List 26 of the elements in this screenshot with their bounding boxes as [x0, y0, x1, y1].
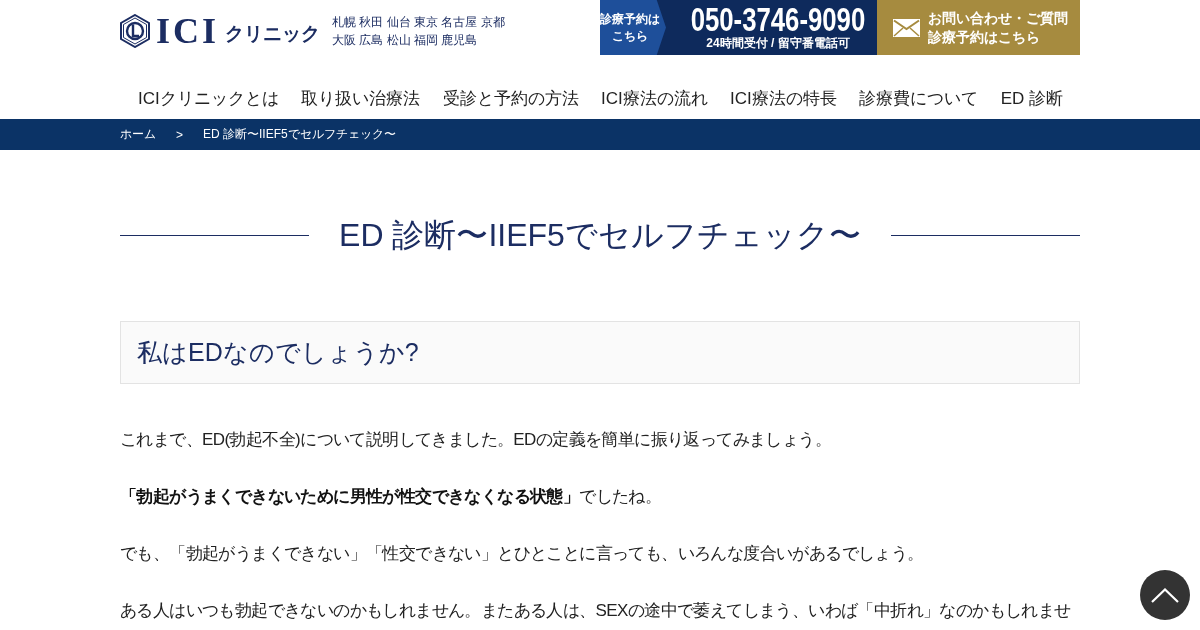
- clinic-logo[interactable]: ICI クリニック: [120, 12, 321, 49]
- nav-link[interactable]: 受診と予約の方法: [442, 80, 579, 118]
- breadcrumb-link[interactable]: ホーム: [120, 126, 156, 143]
- body-paragraph: 「勃起がうまくできないために男性が性交できなくなる状態」でしたね。: [120, 486, 663, 508]
- body-paragraph: これまで、ED(勃起不全)について説明してきました。EDの定義を簡単に振り返ってみましょう。: [120, 429, 832, 451]
- phone-hours: 24時間受付 / 留守番電話可: [706, 34, 850, 51]
- nav-link[interactable]: ICI療法の流れ: [600, 80, 708, 118]
- phone-number[interactable]: 050-3746-9090: [690, 4, 866, 35]
- reservation-link[interactable]: 診療予約は こちら: [600, 0, 666, 55]
- section-heading: 私はEDなのでしょうか?: [120, 321, 1080, 384]
- nav-link[interactable]: ED 診断: [1000, 80, 1063, 118]
- nav-link[interactable]: 取り扱い治療法: [301, 80, 421, 118]
- scroll-top-button[interactable]: [1140, 570, 1190, 620]
- breadcrumb-current: ED 診断〜IIEF5でセルフチェック〜: [203, 126, 396, 143]
- envelope-icon: [893, 18, 920, 37]
- clinic-locations: 札幌 秋田 仙台 東京 名古屋 京都: [332, 13, 505, 31]
- clinic-locations: 大阪 広島 松山 福岡 鹿児島: [332, 31, 479, 49]
- body-paragraph: でも、「勃起がうまくできない」「性交できない」とひとことに言っても、いろんな度合いがあるでしょう。: [120, 543, 925, 565]
- nav-link[interactable]: ICIクリニックとは: [138, 80, 279, 118]
- body-paragraph: ある人はいつも勃起できないのかもしれません。またある人は、SEXの途中で萎えてしまう、いわば「中折れ」なのかもしれませ: [120, 600, 1072, 622]
- nav-link[interactable]: ICI療法の特長: [730, 80, 837, 118]
- nav-link[interactable]: 診療費について: [859, 80, 979, 118]
- hexagon-emblem-icon: [120, 13, 150, 48]
- chevron-up-icon: [1151, 587, 1179, 603]
- page-title: ED 診断〜IIEF5でセルフチェック〜: [339, 216, 861, 255]
- breadcrumb-separator: >: [176, 127, 183, 142]
